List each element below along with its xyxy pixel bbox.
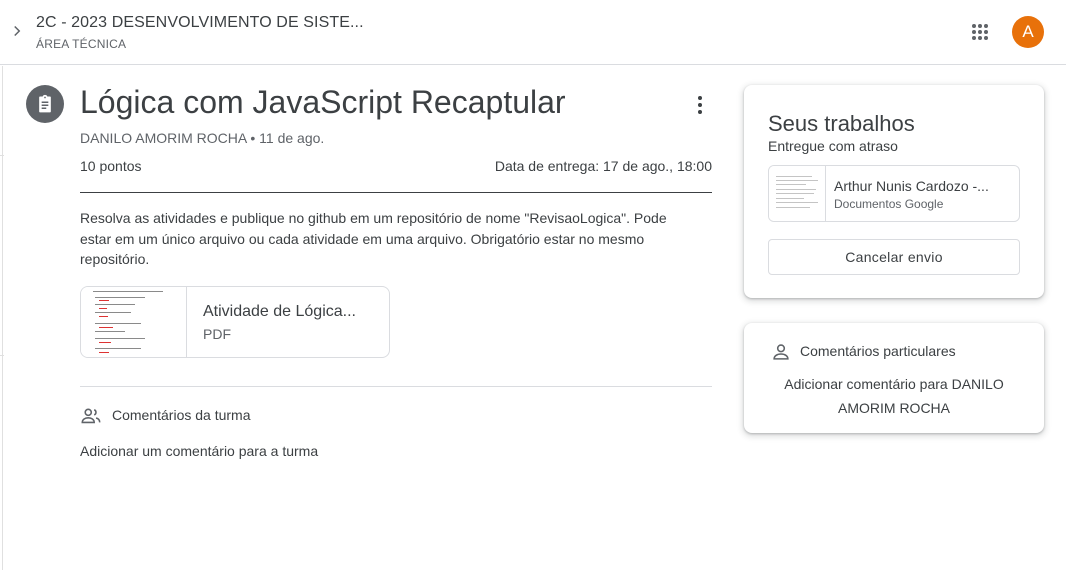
apps-grid-icon[interactable]	[968, 20, 992, 44]
left-rail-tick	[0, 355, 4, 356]
person-icon	[773, 344, 789, 360]
due-date: Data de entrega: 17 de ago., 18:00	[494, 158, 712, 174]
avatar[interactable]: A	[1012, 16, 1044, 48]
cancel-submission-button[interactable]: Cancelar envio	[768, 239, 1020, 275]
attachment-type: PDF	[203, 326, 231, 342]
submitted-file[interactable]: Arthur Nunis Cardozo -... Documentos Goo…	[768, 165, 1020, 222]
private-comments-card: Comentários particulares Adicionar comen…	[744, 323, 1044, 433]
your-work-card: Seus trabalhos Entregue com atraso Arthu…	[744, 85, 1044, 298]
points: 10 pontos	[80, 158, 142, 174]
your-work-title: Seus trabalhos	[768, 111, 915, 136]
comments-divider	[80, 386, 712, 387]
submitted-file-name: Arthur Nunis Cardozo -...	[834, 178, 989, 194]
people-icon	[81, 408, 101, 424]
assignment-icon	[26, 85, 64, 123]
course-subtitle: ÁREA TÉCNICA	[36, 37, 127, 51]
chevron-right-icon[interactable]	[8, 22, 26, 40]
top-bar: 2C - 2023 DESENVOLVIMENTO DE SISTE... ÁR…	[0, 0, 1066, 65]
assignment-meta: DANILO AMORIM ROCHA • 11 de ago.	[80, 130, 325, 146]
submission-status: Entregue com atraso	[768, 138, 898, 154]
class-comments-label: Comentários da turma	[112, 407, 251, 423]
header-divider	[80, 192, 712, 193]
assignment-title: Lógica com JavaScript Recaptular	[80, 84, 566, 120]
add-private-comment-link[interactable]: Adicionar comentário para DANILO AMORIM …	[764, 372, 1024, 420]
assignment-description: Resolva as atividades e publique no gith…	[80, 210, 667, 267]
left-rail-divider	[2, 66, 3, 570]
doc-thumbnail	[769, 166, 826, 221]
more-options-icon[interactable]	[688, 93, 712, 117]
course-title[interactable]: 2C - 2023 DESENVOLVIMENTO DE SISTE...	[36, 14, 364, 32]
attachment-name: Atividade de Lógica...	[203, 303, 356, 320]
left-rail-tick	[0, 155, 4, 156]
private-comments-label: Comentários particulares	[800, 343, 956, 359]
attachment-card[interactable]: Atividade de Lógica... PDF	[80, 286, 390, 358]
submitted-file-type: Documentos Google	[834, 197, 944, 211]
pdf-thumbnail	[81, 287, 187, 357]
add-class-comment-link[interactable]: Adicionar um comentário para a turma	[80, 443, 318, 459]
